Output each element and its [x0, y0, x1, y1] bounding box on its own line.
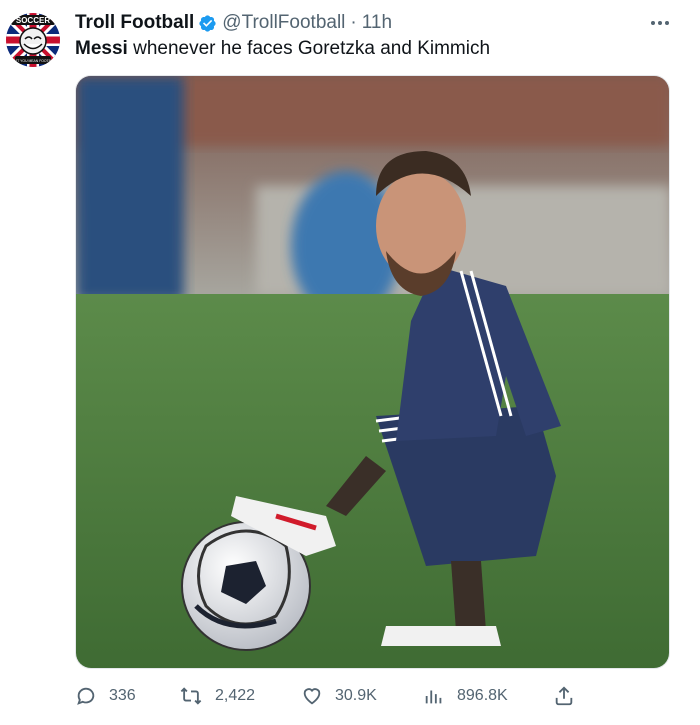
more-options-button[interactable]: [647, 12, 673, 34]
separator-dot: ·: [350, 12, 357, 33]
repost-count: 2,422: [215, 687, 256, 704]
repost-button[interactable]: 2,422: [179, 682, 255, 710]
tweet-photo[interactable]: [75, 75, 670, 669]
view-count: 896.8K: [457, 687, 508, 704]
share-icon: [555, 686, 573, 706]
avatar[interactable]: SOCCER DON'T YOU MEAN FOOTBALL: [5, 12, 61, 68]
like-button[interactable]: 30.9K: [301, 682, 377, 710]
repost-icon: [180, 687, 202, 705]
tweet-text-bold: Messi: [75, 38, 128, 59]
avatar-text-bottom: DON'T YOU MEAN FOOTBALL: [9, 59, 57, 63]
tweet-header: Troll Football @TrollFootball · 11h: [75, 12, 392, 34]
heart-icon: [303, 688, 321, 705]
more-dots-icon: [651, 21, 669, 25]
views-button[interactable]: 896.8K: [423, 682, 508, 710]
share-button[interactable]: [553, 682, 587, 710]
photo-image-icon: [76, 76, 669, 668]
tweet-actions: 336 2,422 30.9K 896.8K: [75, 682, 585, 710]
troll-football-logo-icon: SOCCER DON'T YOU MEAN FOOTBALL: [6, 13, 60, 67]
author-handle[interactable]: @TrollFootball: [222, 12, 345, 34]
tweet-text: Messi whenever he faces Goretzka and Kim…: [75, 37, 490, 61]
post-time[interactable]: 11h: [362, 12, 392, 34]
author-name[interactable]: Troll Football: [75, 12, 194, 34]
like-count: 30.9K: [335, 687, 377, 704]
views-chart-icon: [425, 690, 442, 704]
avatar-text-top: SOCCER: [16, 16, 50, 25]
reply-button[interactable]: 336: [75, 682, 136, 710]
verified-badge-icon[interactable]: [198, 14, 217, 33]
reply-icon: [77, 687, 95, 705]
reply-count: 336: [109, 687, 136, 704]
tweet-text-body: whenever he faces Goretzka and Kimmich: [127, 38, 491, 59]
